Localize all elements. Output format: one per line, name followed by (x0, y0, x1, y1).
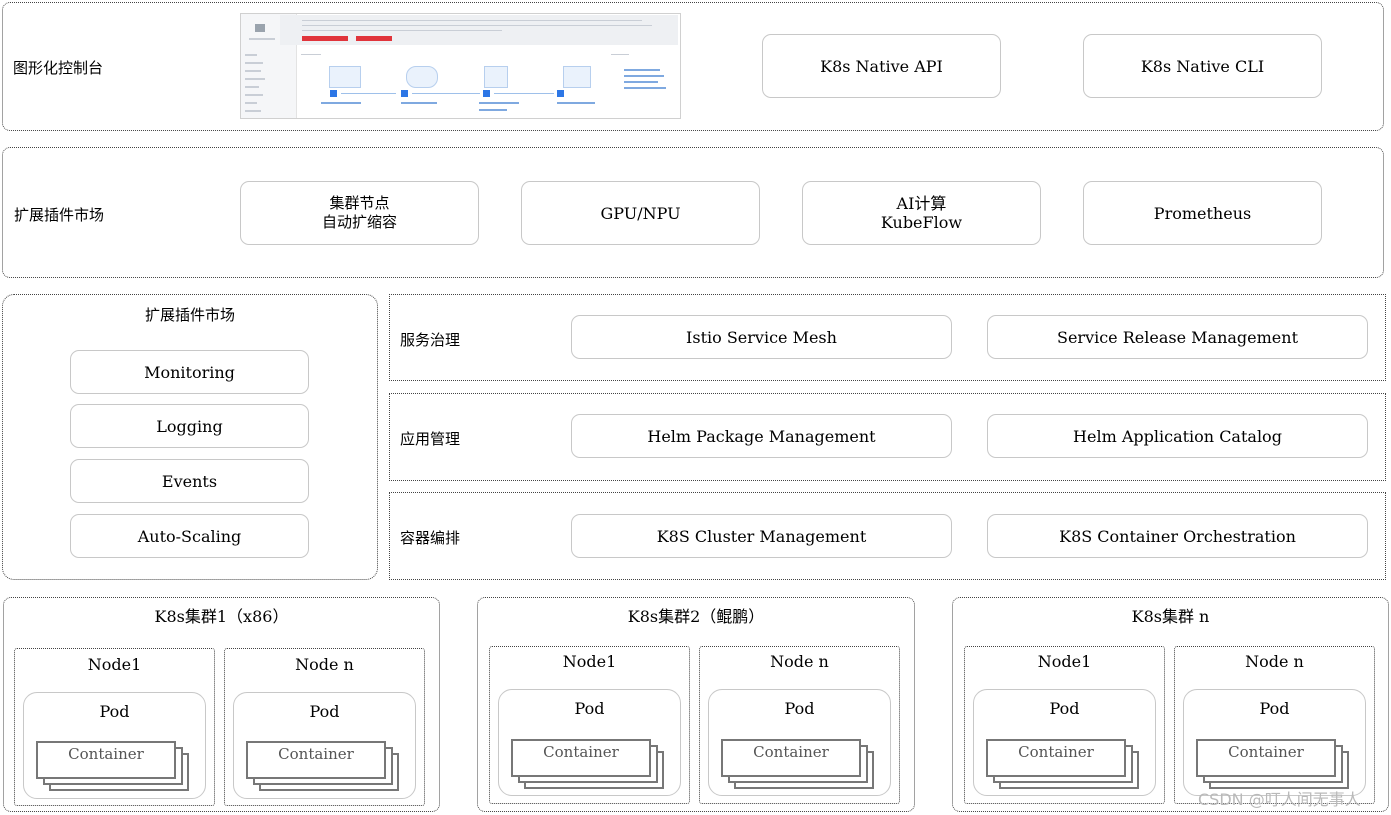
cluster-2-title: K8s集群2（鲲鹏） (627, 607, 765, 626)
cluster-1-node-a-container: Container (36, 741, 176, 779)
cluster-1-title: K8s集群1（x86） (154, 607, 289, 626)
cluster-n-node-b-title: Node n (1245, 652, 1304, 671)
cluster-1-node-a-pod-label: Pod (99, 702, 130, 721)
events-box: Events (70, 459, 309, 503)
container-orchestration-label: 容器编排 (400, 529, 461, 547)
node-autoscaling-box: 集群节点 自动扩缩容 (240, 181, 479, 245)
monitoring-box: Monitoring (70, 350, 309, 394)
cluster-1-node-b-pod-label: Pod (309, 702, 340, 721)
cluster-n-node-a-container: Container (986, 739, 1126, 777)
console-illustration-4 (563, 66, 591, 88)
auto-scaling-box: Auto-Scaling (70, 514, 309, 558)
console-label: 图形化控制台 (13, 59, 104, 77)
cluster-1-node-b-container: Container (246, 741, 386, 779)
cluster-1-node-b-title: Node n (295, 655, 354, 674)
node-autoscaling-line2: 自动扩缩容 (321, 213, 397, 231)
console-illustration-2 (406, 66, 438, 88)
logging-box: Logging (70, 404, 309, 448)
cluster-2-node-b-container: Container (721, 739, 861, 777)
ai-compute-line: AI计算 (896, 194, 947, 213)
node-autoscaling-line1: 集群节点 (329, 194, 390, 212)
console-illustration-3 (484, 66, 508, 88)
ai-kubeflow-box: AI计算 KubeFlow (802, 181, 1041, 245)
k8s-native-cli-box: K8s Native CLI (1083, 34, 1322, 98)
k8s-container-orchestration-box: K8S Container Orchestration (987, 514, 1368, 558)
app-management-label: 应用管理 (400, 430, 461, 448)
cluster-n-title: K8s集群 n (1131, 607, 1210, 626)
istio-service-mesh-box: Istio Service Mesh (571, 315, 952, 359)
cluster-n-node-b-pod-label: Pod (1259, 699, 1290, 718)
k8s-native-api-box: K8s Native API (762, 34, 1001, 98)
csdn-watermark: CSDN @叮人间无事人 (1198, 790, 1361, 809)
plugin-label: 扩展插件市场 (14, 206, 105, 224)
service-governance-label: 服务治理 (400, 331, 461, 349)
prometheus-box: Prometheus (1083, 181, 1322, 245)
cluster-2-node-a-container: Container (511, 739, 651, 777)
cluster-2-node-b-pod-label: Pod (784, 699, 815, 718)
k8s-cluster-management-box: K8S Cluster Management (571, 514, 952, 558)
cluster-n-node-a-title: Node1 (1037, 652, 1092, 671)
cluster-n-node-b-container: Container (1196, 739, 1336, 777)
cluster-1-node-a-title: Node1 (87, 655, 142, 674)
console-screenshot (240, 13, 681, 119)
ops-panel-title: 扩展插件市场 (144, 306, 235, 324)
gpu-npu-box: GPU/NPU (521, 181, 760, 245)
cluster-n-node-a-pod-label: Pod (1049, 699, 1080, 718)
cluster-2-node-a-pod-label: Pod (574, 699, 605, 718)
console-banner (280, 15, 678, 45)
service-release-management-box: Service Release Management (987, 315, 1368, 359)
helm-package-management-box: Helm Package Management (571, 414, 952, 458)
cluster-2-node-b-title: Node n (770, 652, 829, 671)
kubeflow-line: KubeFlow (880, 213, 963, 232)
cluster-2-node-a-title: Node1 (562, 652, 617, 671)
helm-application-catalog-box: Helm Application Catalog (987, 414, 1368, 458)
console-illustration-1 (329, 66, 361, 88)
